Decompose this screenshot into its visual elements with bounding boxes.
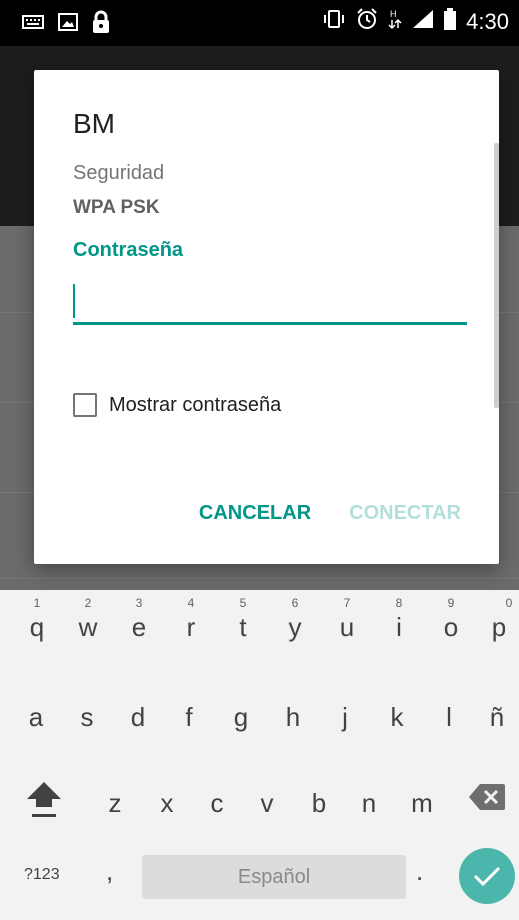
key-hint: 3 bbox=[135, 596, 143, 610]
backspace-key[interactable] bbox=[468, 782, 506, 812]
key-label: q bbox=[29, 612, 45, 642]
space-key[interactable]: Español bbox=[142, 855, 406, 899]
key-k[interactable]: k bbox=[382, 702, 412, 733]
comma-key[interactable]: , bbox=[106, 856, 113, 887]
key-z[interactable]: z bbox=[100, 788, 130, 819]
symbols-key[interactable]: ?123 bbox=[24, 866, 60, 884]
key-n[interactable]: n bbox=[354, 788, 384, 819]
alarm-icon bbox=[356, 8, 378, 36]
backspace-icon bbox=[469, 784, 505, 810]
image-notification-icon bbox=[58, 13, 78, 36]
key-j[interactable]: j bbox=[330, 702, 360, 733]
password-label: Contraseña bbox=[73, 239, 184, 261]
dialog-title: BM bbox=[73, 108, 115, 139]
data-hspa-icon: H bbox=[388, 8, 402, 36]
lock-icon bbox=[92, 10, 110, 39]
key-a[interactable]: a bbox=[21, 702, 51, 733]
shift-arrow-icon bbox=[27, 782, 61, 817]
cancel-button[interactable]: CANCELAR bbox=[199, 502, 311, 525]
key-hint: 9 bbox=[447, 596, 455, 610]
key-h[interactable]: h bbox=[278, 702, 308, 733]
key-label: p bbox=[491, 612, 507, 642]
key-d[interactable]: d bbox=[123, 702, 153, 733]
status-left-icons bbox=[22, 10, 110, 39]
show-password-checkbox[interactable] bbox=[73, 393, 97, 417]
vibrate-icon bbox=[322, 9, 346, 35]
enter-key[interactable] bbox=[459, 848, 515, 904]
key-g[interactable]: g bbox=[226, 702, 256, 733]
key-s[interactable]: s bbox=[72, 702, 102, 733]
svg-text:H: H bbox=[390, 9, 397, 19]
wifi-password-dialog: BM Seguridad WPA PSK Contraseña Mostrar … bbox=[34, 70, 499, 564]
key-x[interactable]: x bbox=[152, 788, 182, 819]
key-label: t bbox=[239, 612, 247, 642]
key-q[interactable]: 1q bbox=[22, 596, 52, 643]
key-m[interactable]: m bbox=[404, 788, 440, 819]
connect-button[interactable]: CONECTAR bbox=[349, 502, 461, 525]
key-o[interactable]: 9o bbox=[436, 596, 466, 643]
key-p[interactable]: 0p bbox=[484, 596, 514, 643]
key-e[interactable]: 3e bbox=[124, 596, 154, 643]
password-input[interactable] bbox=[73, 276, 467, 325]
keyboard-notification-icon bbox=[22, 15, 44, 34]
key-y[interactable]: 6y bbox=[280, 596, 310, 643]
key-u[interactable]: 7u bbox=[332, 596, 362, 643]
battery-icon bbox=[444, 8, 457, 36]
key-i[interactable]: 8i bbox=[384, 596, 414, 643]
dialog-actions: CANCELAR CONECTAR bbox=[199, 502, 461, 525]
key-enye[interactable]: ñ bbox=[482, 702, 512, 733]
key-label: u bbox=[339, 612, 355, 642]
key-hint: 8 bbox=[395, 596, 403, 610]
key-label: w bbox=[78, 612, 98, 642]
show-password-option[interactable]: Mostrar contraseña bbox=[73, 393, 281, 417]
show-password-label: Mostrar contraseña bbox=[109, 393, 282, 416]
status-right-icons: H 4:30 bbox=[322, 8, 509, 36]
key-w[interactable]: 2w bbox=[73, 596, 103, 643]
key-b[interactable]: b bbox=[304, 788, 334, 819]
signal-icon bbox=[412, 9, 434, 35]
key-f[interactable]: f bbox=[174, 702, 204, 733]
key-hint: 7 bbox=[343, 596, 351, 610]
key-label: r bbox=[186, 612, 196, 642]
key-label: o bbox=[443, 612, 459, 642]
key-label: e bbox=[131, 612, 147, 642]
key-t[interactable]: 5t bbox=[228, 596, 258, 643]
security-label: Seguridad bbox=[73, 162, 165, 184]
dialog-scrollbar[interactable] bbox=[494, 143, 499, 408]
background-divider bbox=[0, 578, 519, 579]
text-cursor bbox=[73, 284, 75, 318]
key-hint: 2 bbox=[84, 596, 92, 610]
key-hint: 5 bbox=[239, 596, 247, 610]
key-c[interactable]: c bbox=[202, 788, 232, 819]
status-bar: H 4:30 bbox=[0, 0, 519, 46]
key-l[interactable]: l bbox=[434, 702, 464, 733]
soft-keyboard: 1q 2w 3e 4r 5t 6y 7u 8i 9o 0p a s d f g … bbox=[0, 590, 519, 920]
key-hint: 1 bbox=[33, 596, 41, 610]
checkmark-icon bbox=[473, 866, 501, 887]
status-time: 4:30 bbox=[466, 9, 509, 34]
key-v[interactable]: v bbox=[252, 788, 282, 819]
key-label: y bbox=[288, 612, 302, 642]
key-r[interactable]: 4r bbox=[176, 596, 206, 643]
shift-key[interactable] bbox=[25, 779, 63, 819]
key-hint: 0 bbox=[505, 596, 513, 610]
key-label: i bbox=[396, 612, 402, 642]
key-hint: 6 bbox=[291, 596, 299, 610]
security-value: WPA PSK bbox=[73, 197, 160, 218]
period-key[interactable]: . bbox=[416, 856, 423, 887]
key-hint: 4 bbox=[187, 596, 195, 610]
